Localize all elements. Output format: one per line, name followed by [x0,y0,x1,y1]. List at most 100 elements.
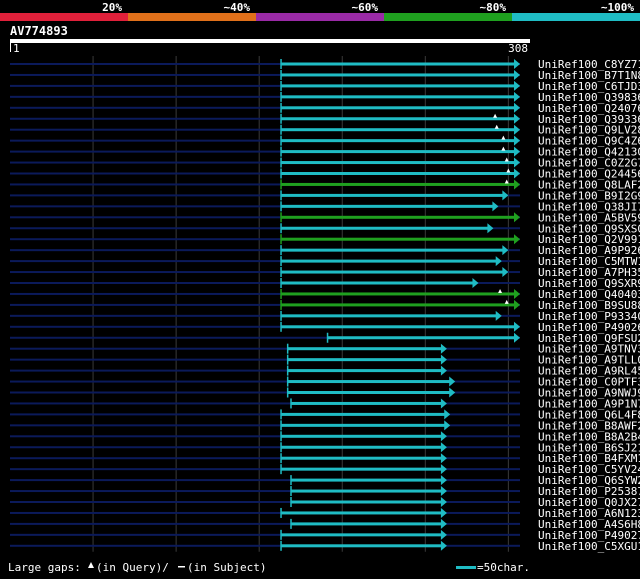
subject-gap-label: (in Subject) [187,561,266,574]
hit-bar [290,478,442,482]
hit-bar [287,358,442,362]
hit-bar [280,511,442,515]
hit-start-tick [286,343,289,354]
hit-end-arrow [514,146,520,157]
hit-bar [280,445,442,449]
hit-start-tick [290,497,292,507]
footer-legend: Large gaps: (in Query)/ (in Subject) =50… [8,561,530,574]
hit-bar [280,204,494,208]
hit-start-tick [280,168,282,179]
hit-start-tick [280,69,282,80]
gap-marker [506,168,511,173]
legend-label: 20% [102,1,122,14]
hit-bar [280,128,515,132]
legend-swatch [0,13,128,21]
hit-bar [280,161,515,165]
hit-end-arrow [514,332,520,343]
query-end-label: 308 [508,42,528,55]
hit-bar [280,533,442,537]
alignment-chart: 20% ~40% ~60% ~80% ~100% AV774893 1 308 UniR… [0,1,640,574]
hit-start-tick [280,223,282,234]
hit-end-arrow [514,113,520,124]
hit-bar [290,522,442,526]
scale-bar [456,566,476,569]
hit-start-tick [280,234,282,245]
legend-swatch [256,13,384,21]
hit-end-arrow [514,168,520,179]
hit-end-arrow [495,310,502,321]
large-gaps-label: Large gaps: [8,561,81,574]
hit-end-arrow [514,288,520,299]
hit-bar [280,182,515,186]
hit-start-tick [280,540,282,551]
hit-bar [280,215,515,219]
hit-start-tick [280,507,282,518]
hit-start-tick [286,354,289,365]
hit-start-tick [280,179,282,190]
hit-bar [280,325,515,329]
hit-end-arrow [514,179,520,190]
scale-label: =50char. [477,561,530,574]
hit-end-arrow [502,190,509,201]
blast-alignment-graphic: 20% ~40% ~60% ~80% ~100% AV774893 1 308 UniR… [0,0,640,575]
hit-start-tick [286,387,289,398]
query-start-label: 1 [13,42,20,55]
hit-bar [290,500,442,504]
hit-start-tick [290,398,292,409]
hit-start-tick [280,80,282,91]
hit-end-arrow [514,135,520,146]
hit-bar [280,106,515,110]
hit-end-arrow [514,80,520,91]
gap-marker [494,124,499,129]
hit-bar [287,391,451,394]
hit-end-arrow [440,453,447,464]
gap-marker [498,288,503,293]
hit-bar [280,456,442,460]
hit-end-arrow [502,245,509,256]
hit-end-arrow [440,431,447,442]
hit-end-arrow [444,420,451,431]
hit-end-arrow [514,234,520,245]
hit-end-arrow [449,376,456,387]
hit-end-arrow [514,157,520,168]
hit-end-arrow [444,409,451,420]
hit-end-arrow [440,540,447,551]
hit-start-tick [280,420,282,431]
hit-start-tick [290,475,292,486]
hit-bar [280,292,515,296]
query-start-tick [10,42,11,52]
hit-end-arrow [440,518,447,529]
legend-label: ~100% [601,1,634,14]
hit-start-tick [280,135,282,146]
hit-end-arrow [440,486,447,497]
query-gap-marker-icon [88,562,94,568]
hit-start-tick [280,59,282,69]
hit-start-tick [280,91,282,102]
hit-end-arrow [514,321,520,332]
hit-end-arrow [495,256,502,267]
hit-end-arrow [514,59,520,69]
hit-start-tick [286,376,289,387]
hit-start-tick [280,409,282,420]
hit-start-tick [280,256,282,267]
hit-start-tick [280,146,282,157]
hit-start-tick [290,518,292,529]
hit-bar [280,139,515,143]
hit-end-arrow [514,124,520,135]
hit-start-tick [280,453,282,464]
hit-start-tick [280,245,282,256]
hit-start-tick [280,267,282,278]
hit-end-arrow [514,91,520,102]
hit-bar [280,150,515,154]
identity-color-legend: 20% ~40% ~60% ~80% ~100% [0,1,640,21]
hit-start-tick [280,124,282,135]
hit-bar [280,95,515,99]
hit-end-arrow [514,212,520,223]
hit-start-tick [290,486,292,497]
hit-start-tick [280,190,282,201]
hit-start-tick [280,278,282,288]
hit-bar [287,380,451,384]
hit-end-arrow [440,365,447,376]
hit-bar [280,117,515,121]
hit-end-arrow [440,354,447,365]
